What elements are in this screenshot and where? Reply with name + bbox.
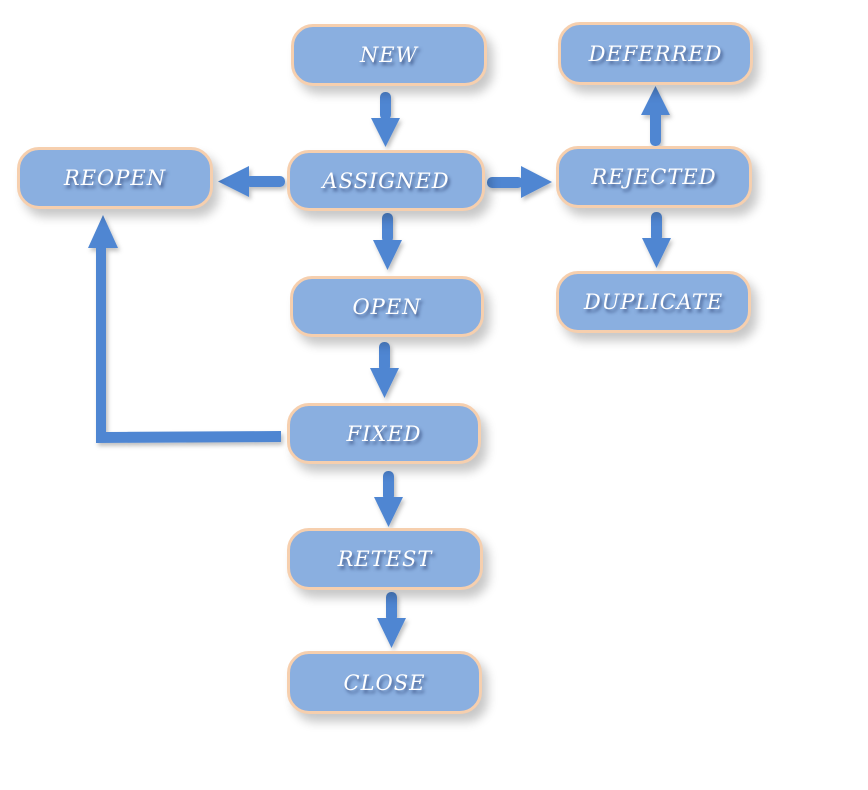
node-assigned-label: ASSIGNED xyxy=(322,168,450,193)
node-deferred-label: DEFERRED xyxy=(588,41,723,66)
node-retest-label: RETEST xyxy=(337,547,433,571)
node-rejected[interactable]: REJECTED xyxy=(556,146,752,208)
node-reopen-label: REOPEN xyxy=(63,166,167,190)
arrow-assigned-to-open xyxy=(373,213,402,270)
node-assigned[interactable]: ASSIGNED xyxy=(287,150,485,211)
arrow-rejected-to-duplicate xyxy=(642,212,671,268)
node-close[interactable]: CLOSE xyxy=(287,651,482,714)
arrow-rejected-to-deferred xyxy=(641,86,670,146)
node-fixed-label: FIXED xyxy=(346,421,422,446)
arrow-fixed-to-reopen xyxy=(88,215,281,443)
arrow-new-to-assigned xyxy=(371,92,400,147)
node-open-label: OPEN xyxy=(352,294,422,319)
bug-life-cycle-diagram: NEW ASSIGNED REOPEN DEFERRED REJECTED DU… xyxy=(0,0,868,790)
arrow-open-to-fixed xyxy=(370,342,399,398)
node-new-label: NEW xyxy=(359,43,419,67)
node-deferred[interactable]: DEFERRED xyxy=(558,22,753,85)
node-open[interactable]: OPEN xyxy=(290,276,484,337)
node-retest[interactable]: RETEST xyxy=(287,528,483,590)
node-fixed[interactable]: FIXED xyxy=(287,403,481,464)
arrow-assigned-to-reopen xyxy=(218,166,285,197)
node-close-label: CLOSE xyxy=(343,670,426,695)
node-reopen[interactable]: REOPEN xyxy=(17,147,213,209)
node-rejected-label: REJECTED xyxy=(591,165,717,189)
node-new[interactable]: NEW xyxy=(291,24,487,86)
arrow-fixed-to-retest xyxy=(374,471,403,527)
arrow-assigned-to-rejected xyxy=(487,166,552,198)
node-duplicate[interactable]: DUPLICATE xyxy=(556,271,751,333)
node-duplicate-label: DUPLICATE xyxy=(583,290,724,314)
arrow-retest-to-close xyxy=(377,592,406,648)
